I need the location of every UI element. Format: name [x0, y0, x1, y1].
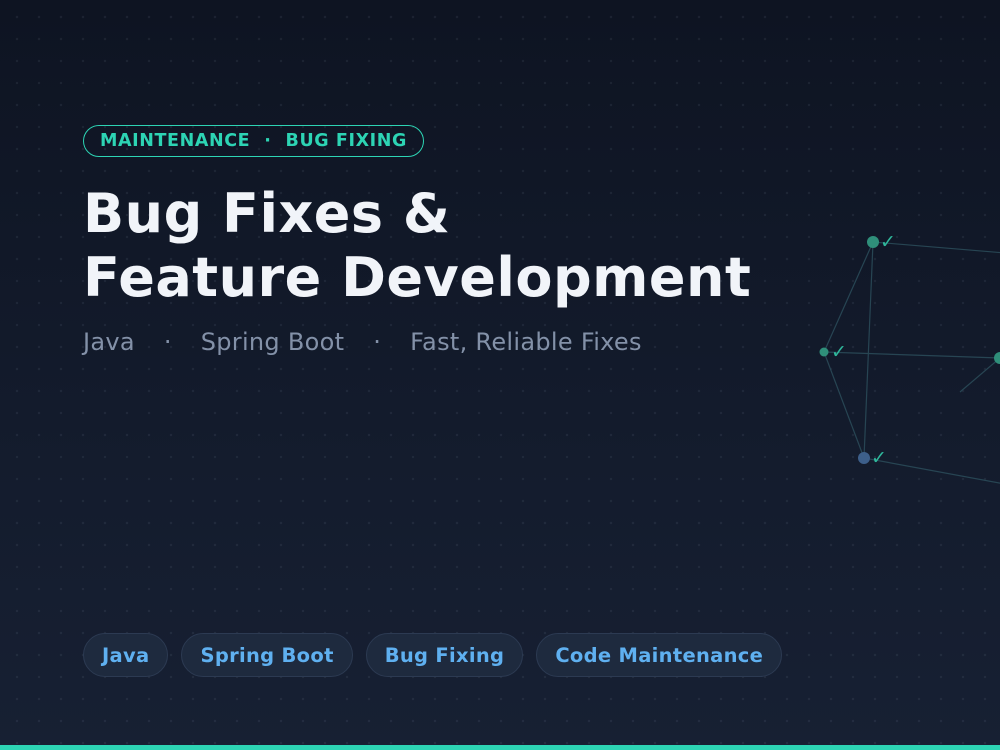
bottom-accent-bar	[0, 745, 1000, 750]
tag-list: Java Spring Boot Bug Fixing Code Mainten…	[83, 633, 783, 677]
subtitle: Java · Spring Boot · Fast, Reliable Fixe…	[83, 328, 943, 356]
tag-spring-boot: Spring Boot	[181, 633, 353, 677]
subtitle-item-java: Java	[83, 328, 135, 356]
category-badge-right: BUG FIXING	[285, 131, 407, 151]
subtitle-item-spring-boot: Spring Boot	[200, 328, 345, 356]
page-title: Bug Fixes & Feature Development	[83, 182, 943, 310]
page-title-line-1: Bug Fixes &	[83, 182, 451, 245]
tag-bug-fixing: Bug Fixing	[365, 633, 524, 677]
hero-content: MAINTENANCE · BUG FIXING Bug Fixes & Fea…	[83, 125, 943, 356]
category-badge-separator: ·	[264, 131, 272, 151]
subtitle-item-fast-fixes: Fast, Reliable Fixes	[410, 328, 642, 356]
category-badge: MAINTENANCE · BUG FIXING	[83, 125, 424, 157]
category-badge-left: MAINTENANCE	[100, 131, 251, 151]
subtitle-separator: ·	[163, 328, 172, 356]
subtitle-separator: ·	[373, 328, 382, 356]
page-title-line-2: Feature Development	[83, 246, 752, 309]
tag-java: Java	[83, 633, 169, 677]
tag-code-maintenance: Code Maintenance	[536, 633, 783, 677]
